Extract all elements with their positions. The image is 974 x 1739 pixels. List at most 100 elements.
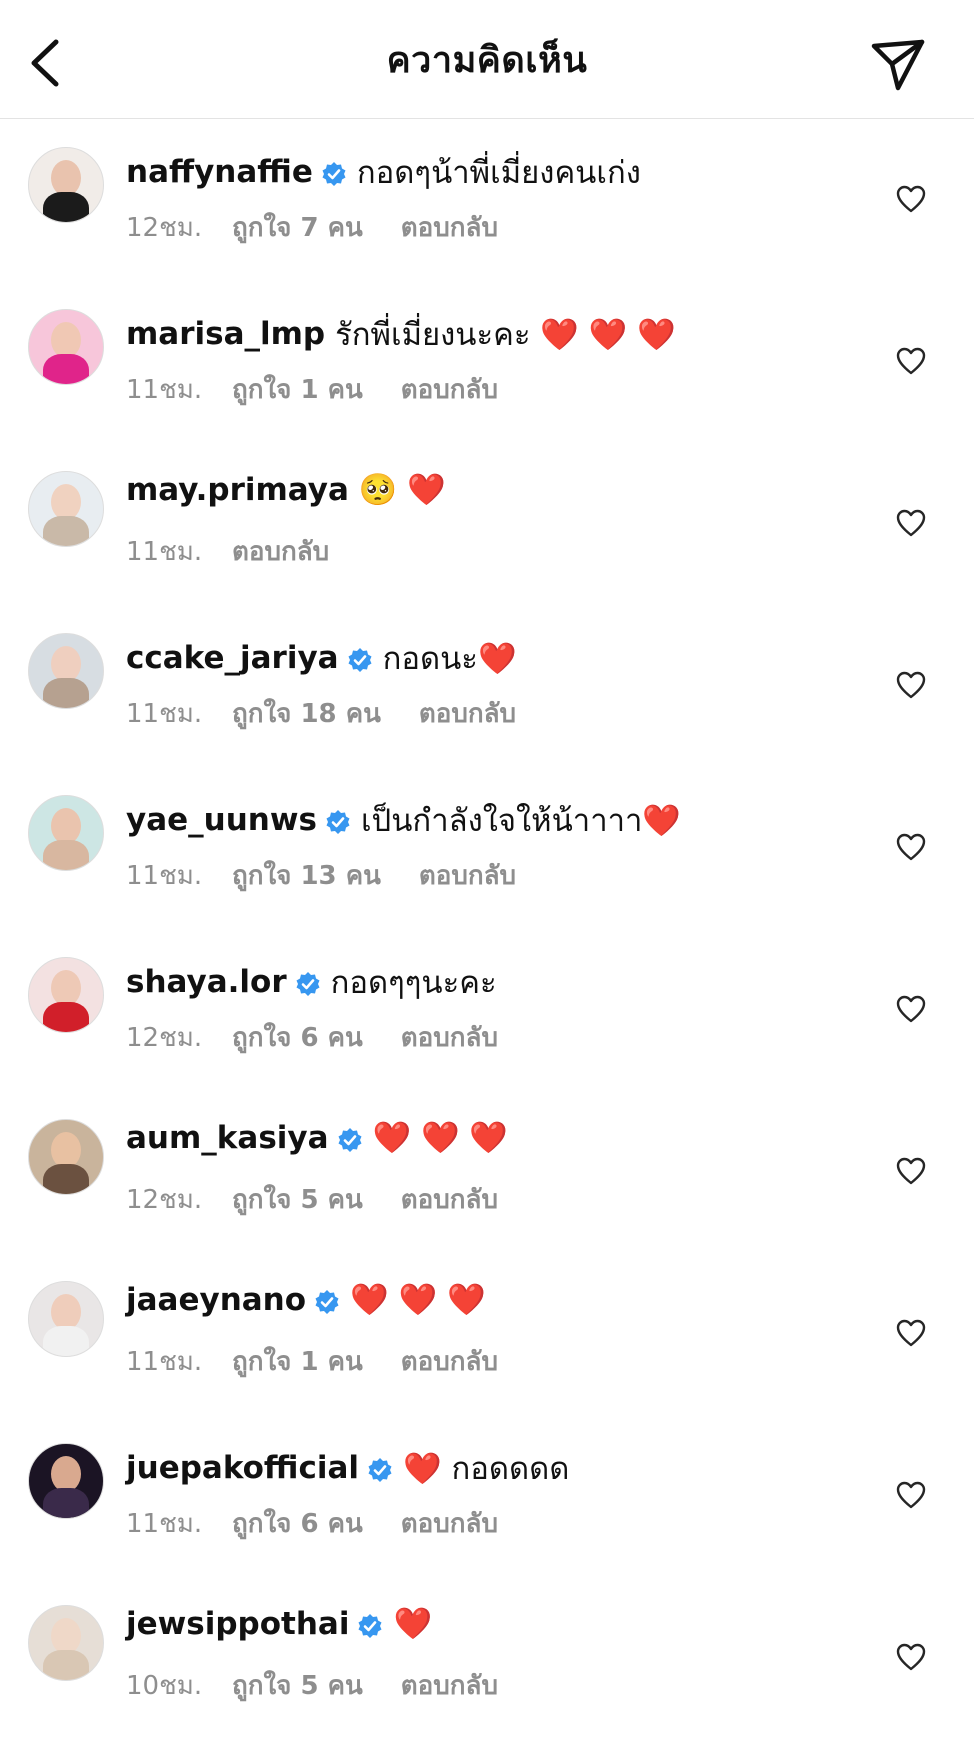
likes-count[interactable]: ถูกใจ 13 คน: [232, 855, 381, 896]
comment-meta: 11ชม. ถูกใจ 6 คน ตอบกลับ: [126, 1503, 498, 1544]
comment-time: 11ชม.: [126, 1509, 203, 1539]
comment-username[interactable]: yae_uunws: [126, 802, 317, 838]
comment-meta: 11ชม. ตอบกลับ: [126, 531, 329, 572]
likes-count[interactable]: ถูกใจ 1 คน: [232, 1341, 363, 1382]
comment-meta: 12ชม. ถูกใจ 6 คน ตอบกลับ: [126, 1017, 498, 1058]
verified-badge-icon: [367, 1455, 393, 1482]
reply-button[interactable]: ตอบกลับ: [401, 1665, 498, 1706]
heart-outline-icon: [896, 671, 926, 703]
comment-username[interactable]: shaya.lor: [126, 964, 287, 1000]
comment-username[interactable]: jaaeynano: [126, 1282, 306, 1318]
comment-body: yae_uunws เป็นกำลังใจให้น้าาาา❤️: [126, 795, 681, 845]
reply-button[interactable]: ตอบกลับ: [401, 1503, 498, 1544]
heart-outline-icon: [896, 995, 926, 1027]
comment-username[interactable]: juepakofficial: [126, 1450, 359, 1486]
like-button[interactable]: [896, 995, 926, 1023]
page-title: ความคิดเห็น: [386, 39, 588, 81]
like-button[interactable]: [896, 833, 926, 861]
comment-body: aum_kasiya ❤️ ❤️ ❤️: [126, 1119, 509, 1157]
avatar[interactable]: [28, 1281, 104, 1357]
avatar[interactable]: [28, 1119, 104, 1195]
comment-time: 11ชม.: [126, 861, 203, 891]
heart-outline-icon: [896, 185, 926, 217]
likes-count[interactable]: ถูกใจ 7 คน: [232, 207, 363, 248]
avatar-body: [43, 1326, 89, 1356]
verified-badge-icon: [321, 159, 347, 186]
like-button[interactable]: [896, 509, 926, 537]
likes-count[interactable]: ถูกใจ 5 คน: [232, 1179, 363, 1220]
heart-outline-icon: [896, 509, 926, 541]
comment-time: 11ชม.: [126, 375, 203, 405]
comment-time: 11ชม.: [126, 699, 203, 729]
comment-time: 11ชม.: [126, 1347, 203, 1377]
heart-outline-icon: [896, 1481, 926, 1513]
avatar-face: [51, 1456, 81, 1492]
avatar-face: [51, 1132, 81, 1168]
comment-text: กอดนะ❤️: [382, 641, 517, 677]
like-button[interactable]: [896, 1319, 926, 1347]
like-button[interactable]: [896, 671, 926, 699]
comment-item: may.primaya 🥺 ❤️ 11ชม. ตอบกลับ: [0, 443, 974, 605]
reply-button[interactable]: ตอบกลับ: [419, 855, 516, 896]
comment-text: ❤️ ❤️ ❤️: [350, 1282, 486, 1318]
avatar[interactable]: [28, 795, 104, 871]
avatar[interactable]: [28, 1443, 104, 1519]
reply-button[interactable]: ตอบกลับ: [401, 1017, 498, 1058]
reply-button[interactable]: ตอบกลับ: [401, 369, 498, 410]
reply-button[interactable]: ตอบกลับ: [401, 1179, 498, 1220]
avatar-face: [51, 970, 81, 1006]
avatar-face: [51, 808, 81, 844]
comment-body: jaaeynano ❤️ ❤️ ❤️: [126, 1281, 486, 1319]
avatar-body: [43, 1164, 89, 1194]
avatar[interactable]: [28, 957, 104, 1033]
comment-item: yae_uunws เป็นกำลังใจให้น้าาาา❤️ 11ชม. ถูกใ…: [0, 767, 974, 929]
avatar[interactable]: [28, 147, 104, 223]
avatar-body: [43, 1650, 89, 1680]
verified-badge-icon: [337, 1125, 363, 1152]
reply-button[interactable]: ตอบกลับ: [401, 207, 498, 248]
comment-username[interactable]: aum_kasiya: [126, 1120, 329, 1156]
avatar-body: [43, 1488, 89, 1518]
like-button[interactable]: [896, 1481, 926, 1509]
likes-count[interactable]: ถูกใจ 18 คน: [232, 693, 381, 734]
comment-text: ❤️ ❤️ ❤️: [372, 1120, 509, 1156]
avatar-body: [43, 1002, 89, 1032]
comment-username[interactable]: naffynaffie: [126, 154, 313, 190]
like-button[interactable]: [896, 1643, 926, 1671]
avatar-face: [51, 160, 81, 196]
reply-button[interactable]: ตอบกลับ: [232, 531, 329, 572]
avatar-body: [43, 678, 89, 708]
comment-username[interactable]: jewsippothai: [126, 1606, 349, 1642]
verified-badge-icon: [295, 969, 321, 996]
likes-count[interactable]: ถูกใจ 5 คน: [232, 1665, 363, 1706]
likes-count[interactable]: ถูกใจ 6 คน: [232, 1503, 363, 1544]
comment-item: aum_kasiya ❤️ ❤️ ❤️ 12ชม. ถูกใจ 5 คน ตอบกลับ: [0, 1091, 974, 1253]
comment-username[interactable]: may.primaya: [126, 472, 349, 508]
comment-username[interactable]: ccake_jariya: [126, 640, 339, 676]
comment-time: 12ชม.: [126, 1023, 203, 1053]
back-button[interactable]: [26, 38, 66, 88]
comment-body: marisa_lmp รักพี่เมี่ยงนะคะ ❤️ ❤️ ❤️: [126, 309, 676, 359]
comment-meta: 12ชม. ถูกใจ 7 คน ตอบกลับ: [126, 207, 498, 248]
avatar[interactable]: [28, 309, 104, 385]
avatar-face: [51, 1618, 81, 1654]
verified-badge-icon: [357, 1611, 383, 1638]
reply-button[interactable]: ตอบกลับ: [401, 1341, 498, 1382]
comment-time: 12ชม.: [126, 1185, 203, 1215]
avatar[interactable]: [28, 633, 104, 709]
share-button[interactable]: [870, 38, 926, 92]
avatar[interactable]: [28, 1605, 104, 1681]
comment-username[interactable]: marisa_lmp: [126, 316, 325, 352]
heart-outline-icon: [896, 347, 926, 379]
like-button[interactable]: [896, 1157, 926, 1185]
likes-count[interactable]: ถูกใจ 6 คน: [232, 1017, 363, 1058]
paper-plane-icon: [871, 39, 925, 91]
reply-button[interactable]: ตอบกลับ: [419, 693, 516, 734]
comment-body: juepakofficial ❤️ กอดดดด: [126, 1443, 569, 1493]
likes-count[interactable]: ถูกใจ 1 คน: [232, 369, 363, 410]
like-button[interactable]: [896, 347, 926, 375]
comment-body: ccake_jariya กอดนะ❤️: [126, 633, 517, 683]
like-button[interactable]: [896, 185, 926, 213]
avatar[interactable]: [28, 471, 104, 547]
heart-outline-icon: [896, 1319, 926, 1351]
